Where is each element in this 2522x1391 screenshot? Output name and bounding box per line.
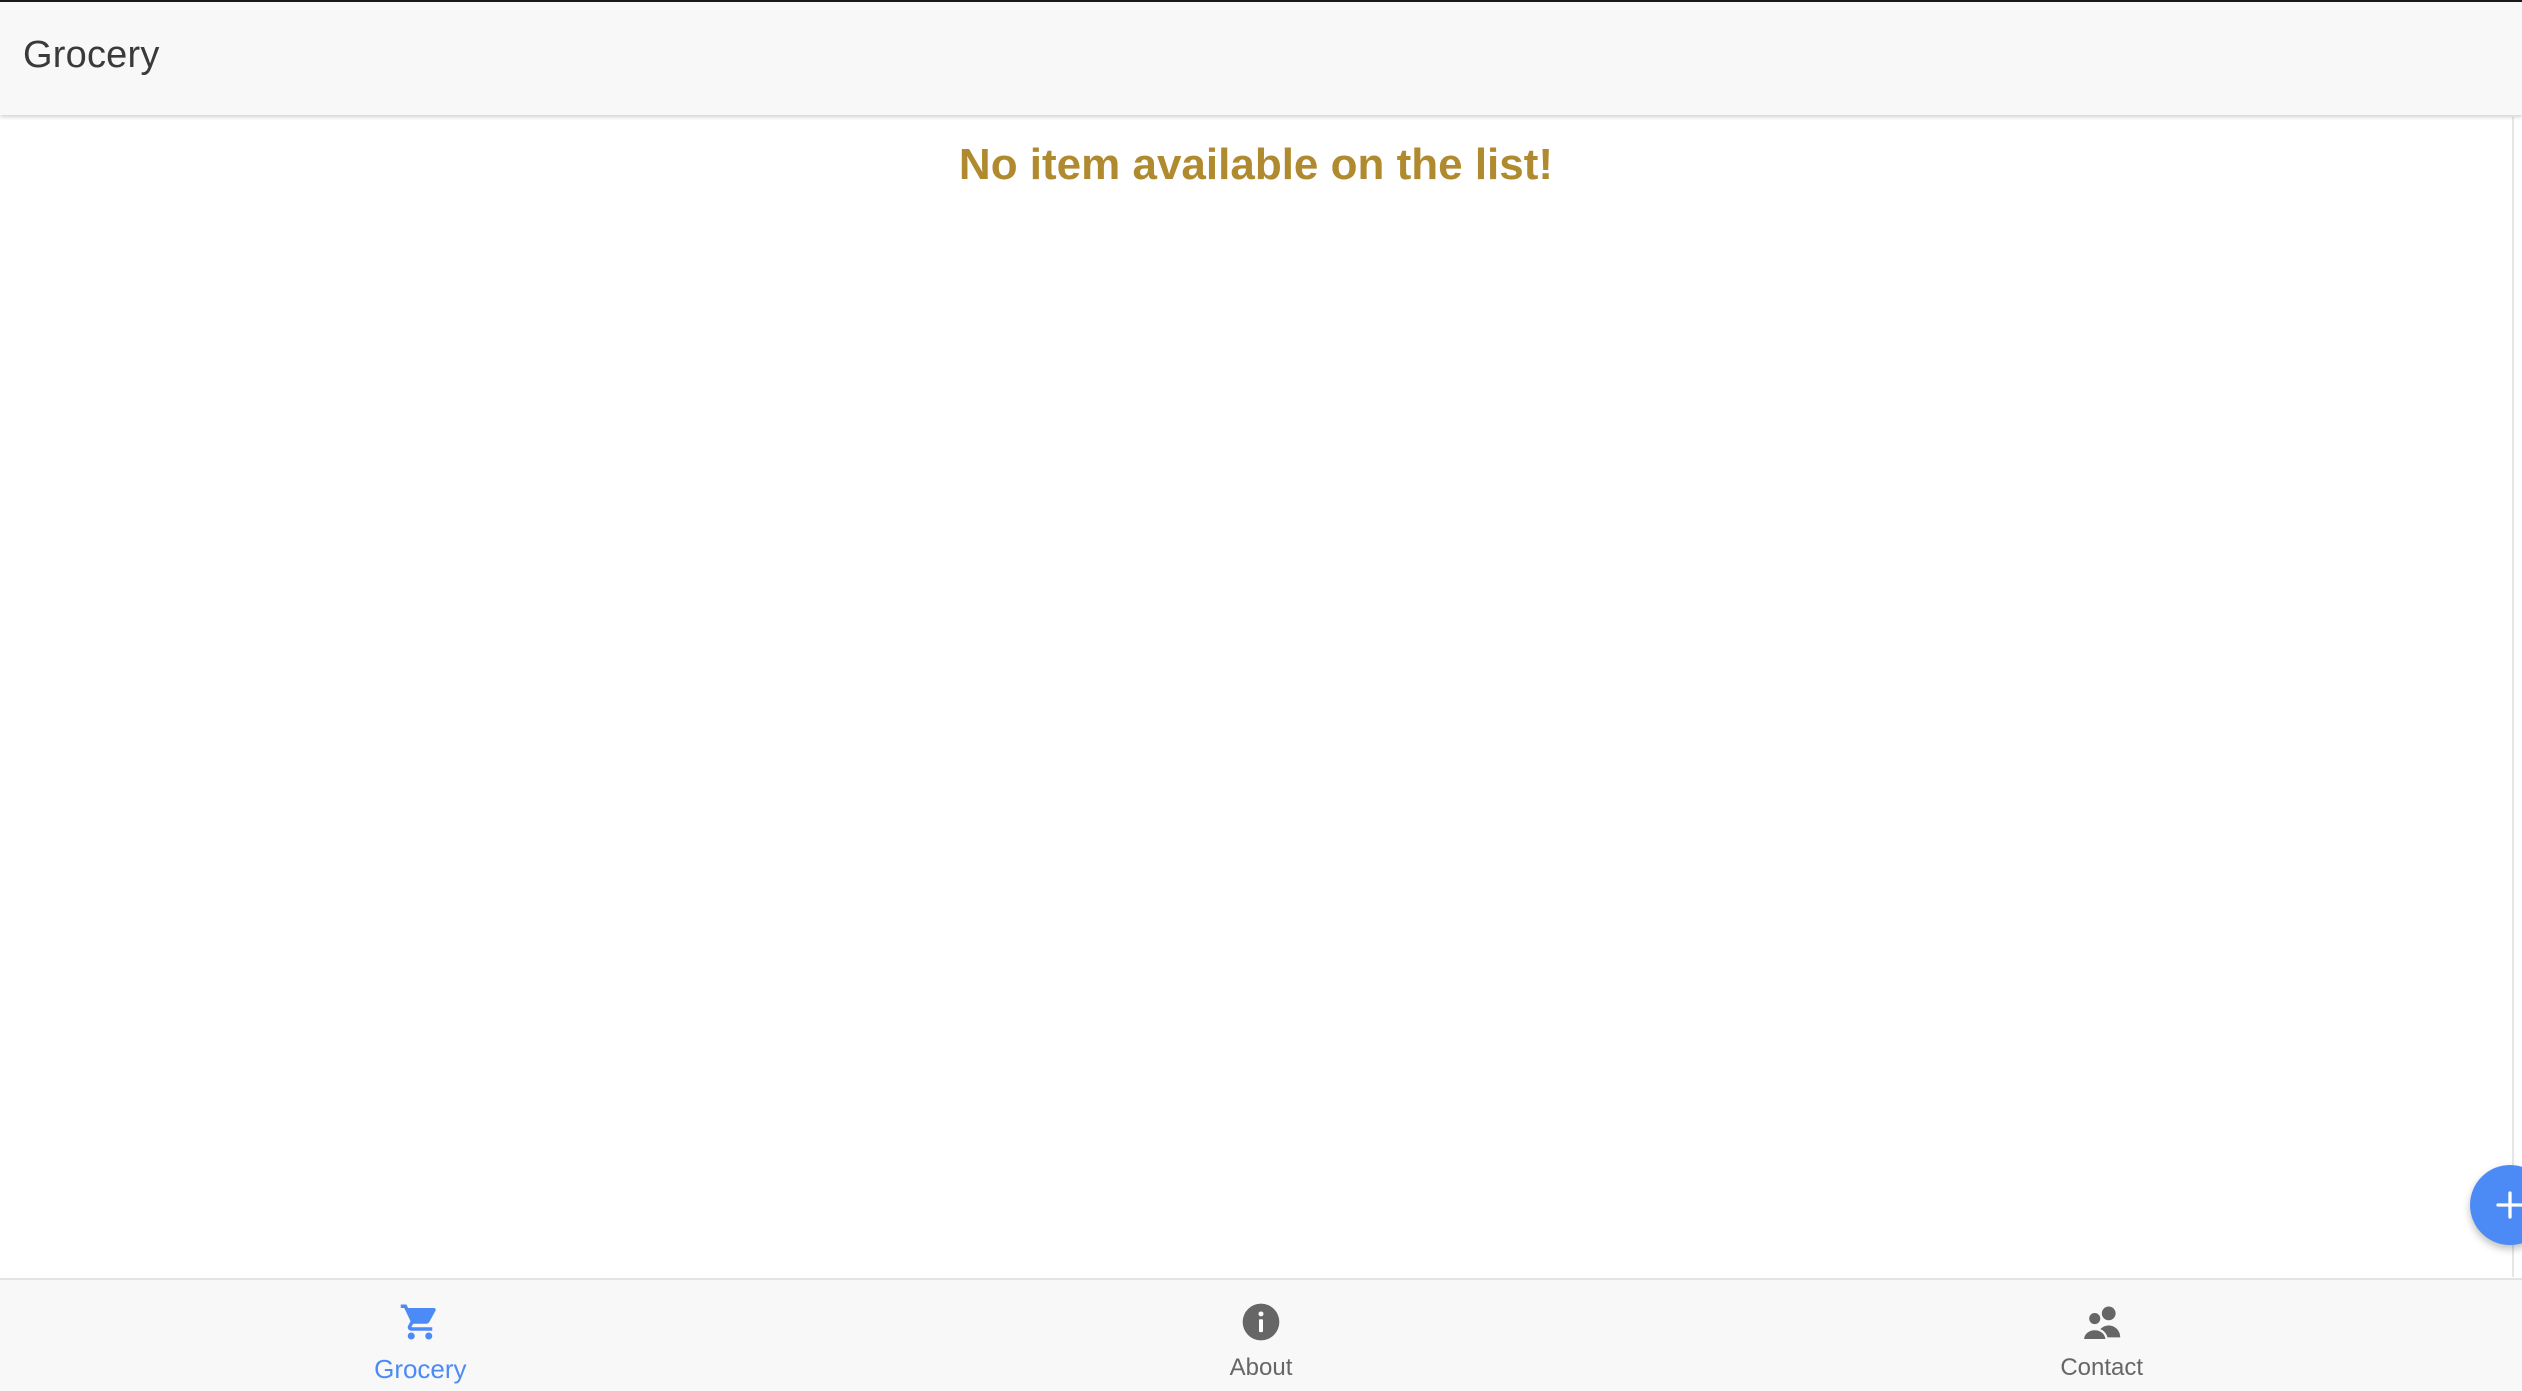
app-root: Grocery No item available on the list! G… (0, 0, 2522, 1391)
tab-contact[interactable]: Contact (1681, 1280, 2522, 1391)
grocery-list-content: No item available on the list! (0, 117, 2514, 1277)
bottom-tab-bar: Grocery About Contact (0, 1278, 2522, 1391)
info-icon (1237, 1298, 1285, 1346)
tab-about[interactable]: About (841, 1280, 1682, 1391)
tab-contact-label: Contact (2060, 1354, 2144, 1381)
tab-grocery[interactable]: Grocery (0, 1280, 841, 1391)
cart-icon (396, 1298, 444, 1346)
empty-list-message: No item available on the list! (958, 140, 1554, 189)
tab-grocery-label: Grocery (374, 1354, 467, 1384)
toolbar: Grocery (0, 2, 2522, 115)
plus-icon (2496, 1191, 2522, 1219)
people-icon (2078, 1298, 2126, 1346)
tab-about-label: About (1229, 1354, 1293, 1381)
page-title: Grocery (23, 34, 160, 76)
